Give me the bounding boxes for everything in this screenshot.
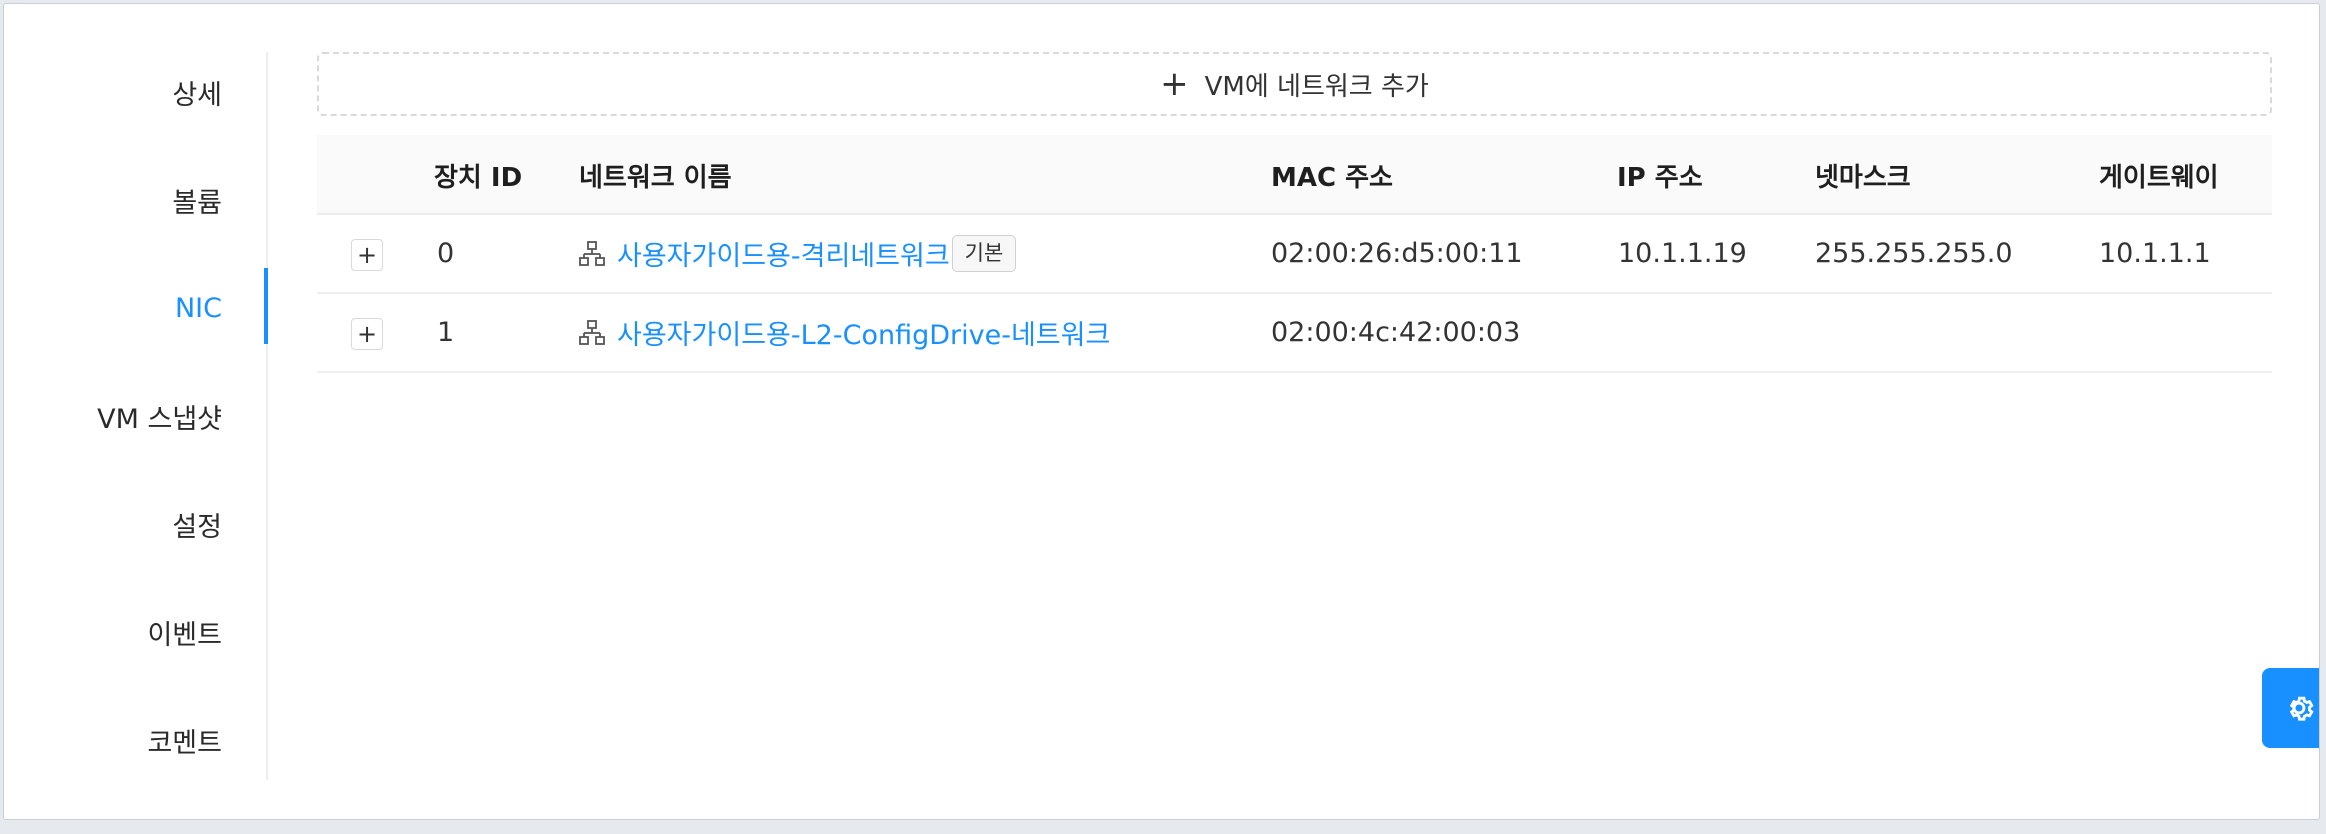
network-name-link[interactable]: 사용자가이드용-격리네트워크 xyxy=(617,234,950,273)
table-row: + 0 사용자가이드용-격리네트워크 기본 02:00:26:d5:00:11 … xyxy=(317,215,2272,294)
add-network-label: VM에 네트워크 추가 xyxy=(1204,71,1429,102)
tab-details[interactable]: 상세 xyxy=(172,56,222,128)
side-tab-nav: 상세 볼륨 NIC VM 스냅샷 설정 이벤트 코멘트 xyxy=(4,52,268,780)
mac-cell: 02:00:26:d5:00:11 xyxy=(1271,238,1523,269)
column-header-gateway[interactable]: 게이트웨이 xyxy=(2099,135,2219,215)
ip-cell: 10.1.1.19 xyxy=(1618,238,1747,269)
netmask-cell: 255.255.255.0 xyxy=(1815,238,2013,269)
network-topology-icon xyxy=(579,319,605,345)
device-id-cell: 0 xyxy=(437,238,455,269)
column-header-device-id[interactable]: 장치 ID xyxy=(434,135,522,215)
gateway-cell: 10.1.1.1 xyxy=(2099,238,2211,269)
expand-row-button[interactable]: + xyxy=(351,239,383,271)
tab-events[interactable]: 이벤트 xyxy=(147,596,222,668)
add-network-to-vm-button[interactable]: + VM에 네트워크 추가 xyxy=(317,52,2272,116)
settings-button[interactable] xyxy=(2262,668,2319,748)
column-header-mac[interactable]: MAC 주소 xyxy=(1271,135,1393,215)
tab-vm-snapshots[interactable]: VM 스냅샷 xyxy=(97,380,222,452)
device-id-cell: 1 xyxy=(437,317,455,348)
tab-settings[interactable]: 설정 xyxy=(172,488,222,560)
table-header: 장치 ID 네트워크 이름 MAC 주소 IP 주소 넷마스크 게이트웨이 xyxy=(317,135,2272,215)
gear-icon xyxy=(2289,696,2314,721)
column-header-ip[interactable]: IP 주소 xyxy=(1617,135,1703,215)
tab-nic[interactable]: NIC xyxy=(175,272,222,344)
network-name-cell: 사용자가이드용-격리네트워크 기본 xyxy=(579,215,1017,292)
tab-volumes[interactable]: 볼륨 xyxy=(172,164,222,236)
network-topology-icon xyxy=(579,240,605,266)
expand-row-button[interactable]: + xyxy=(351,318,383,350)
nic-panel: 상세 볼륨 NIC VM 스냅샷 설정 이벤트 코멘트 + VM에 네트워크 추… xyxy=(3,3,2320,820)
network-name-link[interactable]: 사용자가이드용-L2-ConfigDrive-네트워크 xyxy=(617,313,1110,352)
column-header-network-name[interactable]: 네트워크 이름 xyxy=(579,135,732,215)
default-tag: 기본 xyxy=(951,234,1017,273)
plus-icon: + xyxy=(1160,64,1189,104)
network-name-cell: 사용자가이드용-L2-ConfigDrive-네트워크 xyxy=(579,294,1110,371)
nic-table: 장치 ID 네트워크 이름 MAC 주소 IP 주소 넷마스크 게이트웨이 + … xyxy=(317,135,2272,373)
active-tab-indicator xyxy=(264,268,268,344)
mac-cell: 02:00:4c:42:00:03 xyxy=(1271,317,1521,348)
tab-comments[interactable]: 코멘트 xyxy=(147,704,222,776)
table-row: + 1 사용자가이드용-L2-ConfigDrive-네트워크 02:00:4c… xyxy=(317,294,2272,373)
column-header-netmask[interactable]: 넷마스크 xyxy=(1815,135,1911,215)
